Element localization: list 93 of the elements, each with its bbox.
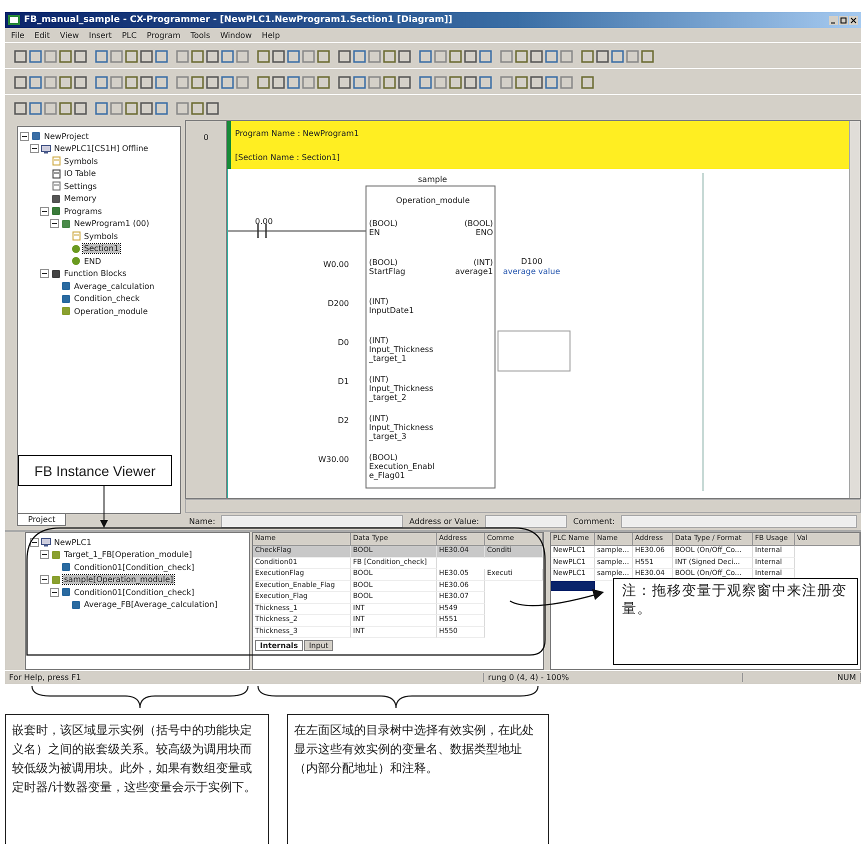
tree-item[interactable]: Section1 [83, 244, 120, 254]
expander-box[interactable] [40, 575, 49, 584]
minimize-icon[interactable] [829, 16, 838, 24]
rung-number: 0 [203, 133, 209, 144]
tree-item[interactable]: END [83, 256, 102, 266]
input-pin-label: (INT) Input_Thickness_target_1 [369, 336, 434, 363]
expander-box[interactable] [40, 206, 49, 216]
ball-icon [71, 244, 81, 254]
tree-item[interactable]: Condition01[Condition_check] [73, 562, 196, 572]
tree-item[interactable]: Target_1_FB[Operation_module] [63, 550, 193, 560]
operand-label: W0.00 [323, 260, 349, 269]
contact-address: 0.00 [255, 217, 273, 226]
horizontal-scrollbar[interactable] [185, 499, 861, 513]
operand-label: W30.00 [318, 455, 349, 464]
menu-item[interactable]: Window [220, 30, 252, 40]
tree-item[interactable]: Programs [63, 206, 103, 216]
operand-label: D200 [328, 299, 349, 308]
operand-label: D0 [338, 338, 349, 347]
input-pin-label: (INT) Input_Thickness_target_2 [369, 375, 434, 402]
tree-item[interactable]: NewPLC1 [53, 538, 92, 547]
tree-item[interactable]: Operation_module [73, 306, 149, 316]
tree-item[interactable]: NewProgram1 (00) [73, 219, 150, 228]
expander-box[interactable] [50, 588, 59, 597]
name-field[interactable] [221, 515, 404, 528]
tree-item[interactable]: Function Blocks [63, 269, 128, 278]
comment-label: Comment: [573, 517, 615, 526]
maximize-icon[interactable] [839, 16, 848, 24]
operand-label: D1 [338, 377, 349, 386]
program-name: Program Name : NewProgram1 [235, 128, 360, 138]
note-callout: 注：拖移变量于观察窗中来注册变量。 [613, 578, 858, 665]
window-title: FB_manual_sample - CX-Programmer - [NewPLC1.NewProgram1.Section1 [Diagram]] [24, 15, 452, 25]
expander-box[interactable] [20, 132, 29, 141]
tree-item[interactable]: Average_calculation [73, 282, 156, 291]
expander-box[interactable] [30, 144, 39, 154]
tree-item[interactable]: Symbols [63, 156, 99, 166]
instance-name: sample [418, 175, 448, 184]
function-block[interactable] [366, 186, 496, 488]
expander-box[interactable] [40, 550, 49, 560]
document-icon [51, 168, 61, 179]
expander-box[interactable] [40, 269, 49, 278]
menu-item[interactable]: Help [262, 30, 280, 40]
contact-symbol[interactable] [257, 224, 267, 238]
fb-name: Operation_module [396, 196, 470, 205]
app-icon [8, 15, 20, 25]
callout-label: FB Instance Viewer [18, 455, 172, 486]
caption-text: 嵌套时，该区域显示实例（括号中的功能块定义名）之间的嵌套级关系。较高级为调用块而较低级为被调用块。此外，如果有数组变量或定时器/计数器变量，这些变量会示于实例下。 [5, 714, 269, 844]
operand-label: D100 [521, 257, 542, 266]
output-pin-label: (INT) average1 [455, 258, 493, 276]
input-pin-label: (BOOL) Execution_Enable_Flag01 [369, 453, 436, 480]
status-text: For Help, press F1 [5, 673, 484, 682]
input-pin-label: (INT) Input_Thickness_target_3 [369, 414, 434, 441]
arrow [100, 486, 108, 528]
input-pin-label: (BOOL) EN [369, 219, 399, 237]
tree-item[interactable]: sample[Operation_module] [63, 575, 174, 584]
menu-item[interactable]: File [11, 30, 24, 40]
menu-item[interactable]: View [60, 30, 79, 40]
tree-item[interactable]: Condition01[Condition_check] [73, 588, 196, 597]
variable-comment: average value [503, 267, 560, 276]
monitor-icon [41, 537, 51, 548]
monitor-icon [41, 144, 51, 154]
caption-text: 在左面区域的目录树中选择有效实例，在此处显示这些有效实例的变量名、数据类型地址（内部分配地址）和注释。 [287, 714, 549, 844]
section-name: [Section Name : Section1] [235, 152, 341, 162]
project-tab[interactable]: Project [17, 514, 66, 526]
status-text: rung 0 (4, 4) - 100% [484, 673, 743, 682]
address-label: Address or Value: [409, 517, 480, 526]
ball-icon [71, 256, 81, 266]
tree-item[interactable]: Condition_check [73, 294, 141, 304]
comment-field[interactable] [620, 515, 857, 528]
input-pin-label: (BOOL) StartFlag [369, 258, 406, 276]
tree-item[interactable]: Memory [63, 194, 98, 204]
menu-item[interactable]: Program [146, 30, 180, 40]
tree-item[interactable]: NewPLC1[CS1H] Offline [53, 144, 150, 154]
close-icon[interactable] [849, 16, 858, 24]
vertical-scrollbar[interactable] [849, 121, 860, 498]
input-pin-label: (INT) InputDate1 [369, 297, 415, 315]
name-label: Name: [189, 517, 216, 526]
tree-item[interactable]: Symbols [83, 232, 119, 241]
expander-box[interactable] [50, 219, 59, 228]
status-text: NUM [833, 673, 861, 682]
tree-item[interactable]: NewProject [43, 132, 90, 141]
document-icon [51, 181, 61, 192]
menu-item[interactable]: PLC [122, 30, 137, 40]
document-icon [51, 156, 61, 166]
tree-item[interactable]: IO Table [63, 169, 97, 178]
menu-item[interactable]: Tools [190, 30, 210, 40]
menu-item[interactable]: Insert [88, 30, 112, 40]
output-pin-label: (BOOL) ENO [464, 219, 493, 237]
menu-item[interactable]: Edit [34, 30, 50, 40]
document-icon [71, 231, 81, 242]
operand-label: D2 [338, 416, 349, 425]
address-field[interactable] [485, 515, 568, 528]
tree-item[interactable]: Settings [63, 182, 98, 191]
tree-item[interactable]: Average_FB[Average_calculation] [83, 600, 218, 610]
